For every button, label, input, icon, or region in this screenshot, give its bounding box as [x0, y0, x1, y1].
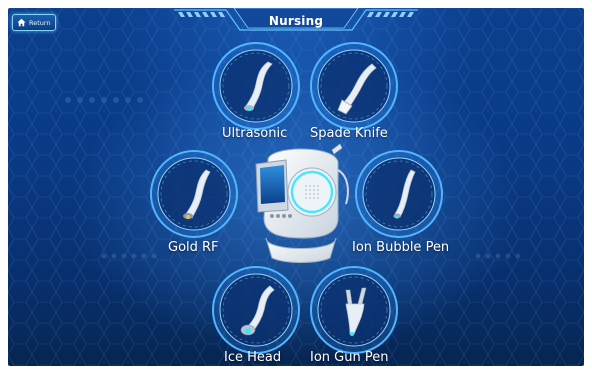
tool-label-ice-head: Ice Head	[224, 350, 282, 365]
tool-button-ion-gun-pen[interactable]	[308, 264, 400, 356]
page-title: Nursing	[268, 14, 324, 28]
return-button[interactable]: Return	[12, 14, 56, 31]
tool-label-gold-rf: Gold RF	[168, 240, 219, 255]
ultrasonic-handpiece-icon	[212, 42, 300, 130]
ion-gun-pen-icon	[310, 266, 398, 354]
tool-label-ultrasonic: Ultrasonic	[222, 126, 288, 141]
tool-label-ion-gun-pen: Ion Gun Pen	[310, 350, 389, 365]
spade-knife-handpiece-icon	[310, 42, 398, 130]
tool-button-ion-bubble-pen[interactable]	[353, 148, 445, 240]
home-icon	[17, 18, 26, 27]
tool-button-spade-knife[interactable]	[308, 40, 400, 132]
tool-button-ice-head[interactable]	[210, 264, 302, 356]
gold-rf-handpiece-icon	[150, 150, 238, 238]
tool-label-ion-bubble-pen: Ion Bubble Pen	[352, 240, 450, 255]
return-button-label: Return	[29, 18, 51, 27]
ice-head-handpiece-icon	[212, 266, 300, 354]
tool-label-spade-knife: Spade Knife	[310, 126, 388, 141]
beauty-device-image	[255, 143, 349, 263]
ion-bubble-pen-icon	[355, 150, 443, 238]
tool-button-ultrasonic[interactable]	[210, 40, 302, 132]
tool-button-gold-rf[interactable]	[148, 148, 240, 240]
top-bar: Nursing Return	[8, 8, 584, 38]
nursing-screen: Nursing Return Ultrasonic Spade Knife Go…	[8, 8, 584, 366]
